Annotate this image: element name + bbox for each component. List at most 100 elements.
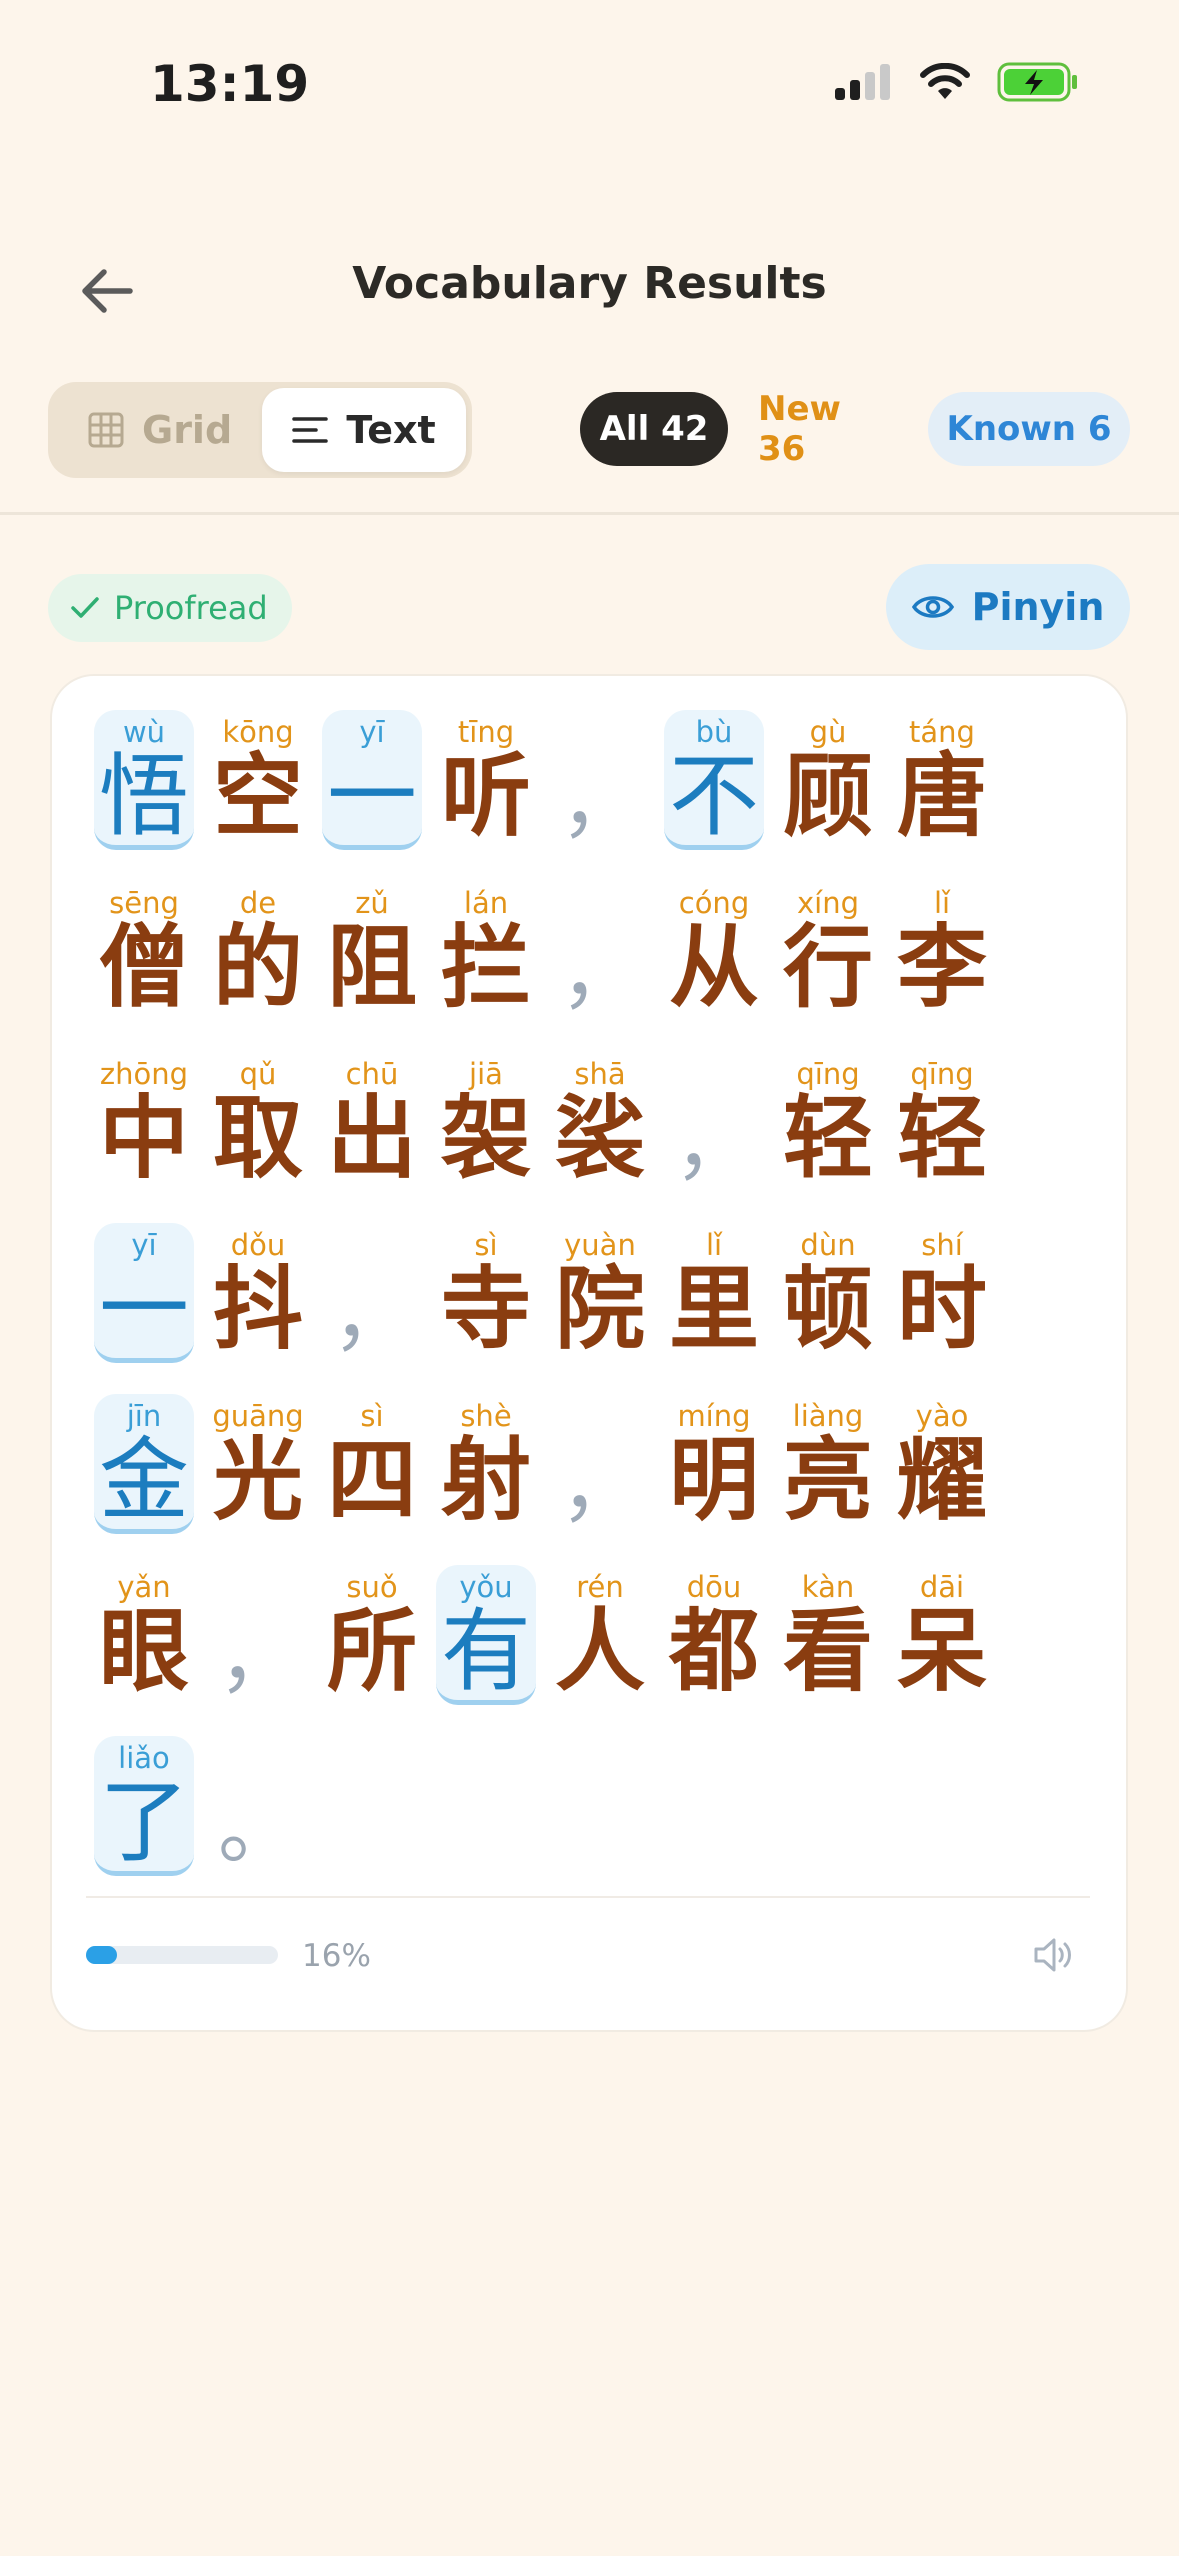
hanzi-character: 了 [99, 1770, 189, 1875]
word-cell-known[interactable]: bù 不 [664, 710, 764, 850]
hanzi-character: 四 [327, 1428, 417, 1533]
word-cell-new[interactable]: dāi 呆 [892, 1565, 992, 1705]
hanzi-character: 呆 [897, 1599, 987, 1704]
word-cell-new[interactable]: sēng 僧 [94, 881, 194, 1021]
word-cell-new[interactable]: dōu 都 [664, 1565, 764, 1705]
card-divider [86, 1896, 1090, 1898]
hanzi-character: 人 [555, 1599, 645, 1704]
word-cell-new[interactable]: qīng 轻 [778, 1052, 878, 1192]
word-cell-new[interactable]: liàng 亮 [778, 1394, 878, 1534]
word-cell-new[interactable]: yào 耀 [892, 1394, 992, 1534]
word-cell-new[interactable]: dǒu 抖 [208, 1223, 308, 1363]
eye-icon [911, 596, 954, 618]
word-cell-new[interactable]: guāng 光 [208, 1394, 308, 1534]
hanzi-character: 袈 [441, 1086, 531, 1191]
hanzi-character: 出 [327, 1086, 417, 1191]
punctuation-mark: 。 [218, 1782, 298, 1875]
pinyin-toggle-button[interactable]: Pinyin [886, 564, 1130, 650]
text-card: wù 悟 kōng 空 yī 一 tīng 听， bù 不 gù 顾 táng 唐 sēng 僧 de 的 zǔ 阻 l… [50, 674, 1128, 2032]
word-cell-new[interactable]: kàn 看 [778, 1565, 878, 1705]
hanzi-character: 看 [783, 1599, 873, 1704]
hanzi-character: 行 [783, 915, 873, 1020]
hanzi-character: 顾 [783, 744, 873, 849]
punctuation: 。 [208, 1736, 308, 1876]
hanzi-character: 唐 [897, 744, 987, 849]
hanzi-character: 不 [669, 744, 759, 849]
word-cell-new[interactable]: qīng 轻 [892, 1052, 992, 1192]
wifi-icon [920, 63, 970, 99]
word-cell-known[interactable]: yī 一 [322, 710, 422, 850]
hanzi-character: 从 [669, 915, 759, 1020]
hanzi-character: 眼 [99, 1599, 189, 1704]
punctuation-mark: ， [560, 756, 640, 849]
word-cell-new[interactable]: lǐ 里 [664, 1223, 764, 1363]
word-cell-new[interactable]: de 的 [208, 881, 308, 1021]
word-cell-new[interactable]: zhōng 中 [94, 1052, 194, 1192]
word-cell-new[interactable]: sì 四 [322, 1394, 422, 1534]
text-view-button[interactable]: Text [262, 388, 466, 472]
punctuation: ， [208, 1565, 308, 1705]
hanzi-character: 李 [897, 915, 987, 1020]
punctuation-mark: ， [218, 1611, 298, 1704]
word-cell-new[interactable]: qǔ 取 [208, 1052, 308, 1192]
punctuation: ， [322, 1223, 422, 1363]
word-cell-new[interactable]: lán 拦 [436, 881, 536, 1021]
status-icons [833, 62, 1079, 102]
hanzi-character: 裟 [555, 1086, 645, 1191]
hanzi-character: 的 [213, 915, 303, 1020]
word-cell-new[interactable]: zǔ 阻 [322, 881, 422, 1021]
word-cell-new[interactable]: yuàn 院 [550, 1223, 650, 1363]
word-cell-new[interactable]: jiā 袈 [436, 1052, 536, 1192]
hanzi-character: 中 [99, 1086, 189, 1191]
grid-view-button[interactable]: Grid [88, 388, 232, 472]
word-cell-new[interactable]: yǎn 眼 [94, 1565, 194, 1705]
word-cell-new[interactable]: rén 人 [550, 1565, 650, 1705]
battery-icon [997, 62, 1077, 102]
hanzi-character: 有 [441, 1599, 531, 1704]
filter-known-chip[interactable]: Known 6 [928, 392, 1130, 466]
word-cell-new[interactable]: shí 时 [892, 1223, 992, 1363]
filter-new-chip[interactable]: New 36 [758, 389, 900, 469]
word-cell-known[interactable]: yǒu 有 [436, 1565, 536, 1705]
hanzi-character: 明 [669, 1428, 759, 1533]
punctuation-mark: ， [332, 1269, 412, 1362]
word-cell-new[interactable]: chū 出 [322, 1052, 422, 1192]
word-cell-new[interactable]: xíng 行 [778, 881, 878, 1021]
hanzi-character: 顿 [783, 1257, 873, 1362]
punctuation-mark: ， [560, 1440, 640, 1533]
word-cell-new[interactable]: shā 裟 [550, 1052, 650, 1192]
hanzi-character: 阻 [327, 915, 417, 1020]
filter-all-chip[interactable]: All 42 [580, 392, 728, 466]
word-cell-new[interactable]: suǒ 所 [322, 1565, 422, 1705]
word-cell-new[interactable]: gù 顾 [778, 710, 878, 850]
word-cell-known[interactable]: yī 一 [94, 1223, 194, 1363]
word-cell-new[interactable]: sì 寺 [436, 1223, 536, 1363]
hanzi-character: 都 [669, 1599, 759, 1704]
punctuation: ， [550, 881, 650, 1021]
progress-fill [86, 1946, 117, 1964]
word-cell-new[interactable]: míng 明 [664, 1394, 764, 1534]
word-cell-known[interactable]: jīn 金 [94, 1394, 194, 1534]
word-cell-new[interactable]: táng 唐 [892, 710, 992, 850]
word-cell-new[interactable]: cóng 从 [664, 881, 764, 1021]
hanzi-character: 轻 [783, 1086, 873, 1191]
word-cell-known[interactable]: liǎo 了 [94, 1736, 194, 1876]
word-cell-new[interactable]: shè 射 [436, 1394, 536, 1534]
status-time: 13:19 [150, 55, 310, 113]
hanzi-character: 一 [327, 744, 417, 849]
word-cell-new[interactable]: tīng 听 [436, 710, 536, 850]
word-cell-new[interactable]: lǐ 李 [892, 881, 992, 1021]
header: Vocabulary Results [0, 240, 1179, 340]
punctuation: ， [550, 1394, 650, 1534]
word-cell-known[interactable]: wù 悟 [94, 710, 194, 850]
punctuation-mark: ， [674, 1098, 754, 1191]
word-cell-new[interactable]: dùn 顿 [778, 1223, 878, 1363]
hanzi-character: 一 [99, 1257, 189, 1362]
hanzi-character: 抖 [213, 1257, 303, 1362]
speaker-button[interactable] [1030, 1932, 1076, 1978]
hanzi-character: 寺 [441, 1257, 531, 1362]
hanzi-character: 里 [669, 1257, 759, 1362]
grid-view-label: Grid [142, 408, 233, 452]
hanzi-character: 空 [213, 744, 303, 849]
word-cell-new[interactable]: kōng 空 [208, 710, 308, 850]
